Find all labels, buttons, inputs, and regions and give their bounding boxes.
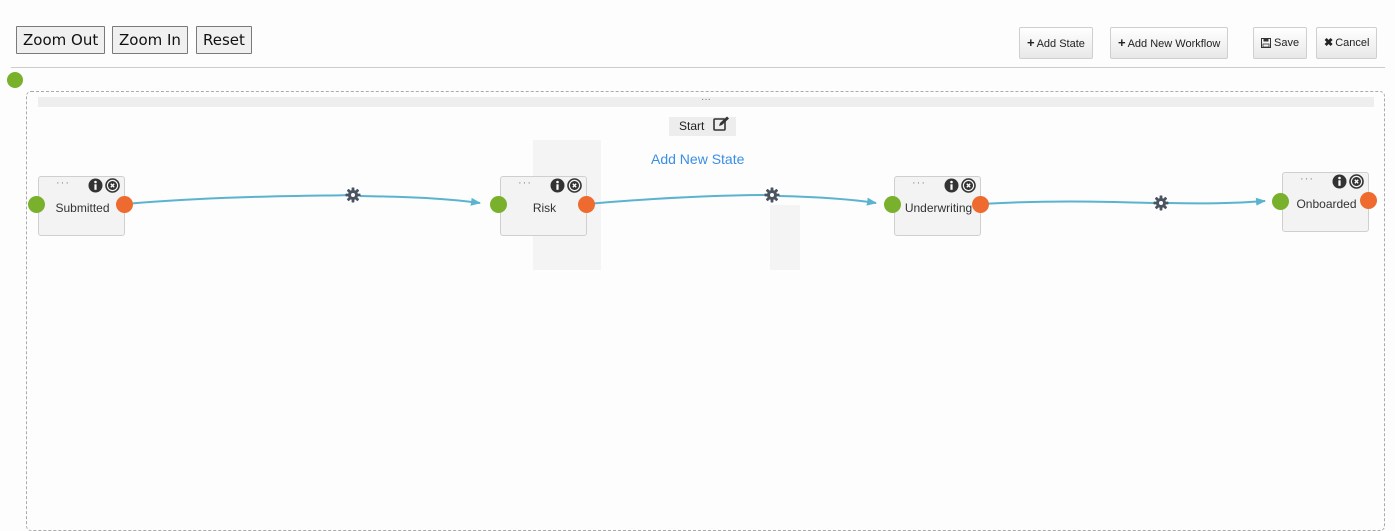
input-port[interactable]: [490, 196, 507, 213]
info-icon[interactable]: [1332, 174, 1347, 189]
remove-icon[interactable]: [961, 178, 976, 193]
gear-icon[interactable]: [764, 187, 780, 203]
input-port[interactable]: [1272, 193, 1289, 210]
node-label: Submitted: [55, 201, 110, 215]
edge-risk-underwriting: [586, 194, 772, 205]
node-label: Onboarded: [1296, 197, 1357, 211]
info-icon[interactable]: [88, 178, 103, 193]
gear-icon[interactable]: [345, 187, 361, 203]
state-node[interactable]: ··· Risk: [500, 176, 587, 236]
node-label: Underwriting: [904, 201, 973, 215]
input-port[interactable]: [884, 196, 901, 213]
edge-underwriting-onboarded-tail: [1167, 197, 1266, 206]
node-label: Risk: [532, 201, 557, 215]
gear-icon[interactable]: [1153, 195, 1169, 211]
input-port[interactable]: [28, 196, 45, 213]
info-icon[interactable]: [944, 178, 959, 193]
node-drag-handle[interactable]: ···: [912, 177, 926, 189]
node-drag-handle[interactable]: ···: [1300, 173, 1314, 185]
node-drag-handle[interactable]: ···: [56, 177, 70, 189]
state-node[interactable]: ··· Submitted: [38, 176, 125, 236]
output-port[interactable]: [1360, 192, 1377, 209]
remove-icon[interactable]: [105, 178, 120, 193]
edge-underwriting-onboarded: [980, 200, 1161, 205]
edge-submitted-risk: [124, 194, 353, 205]
node-drag-handle[interactable]: ···: [518, 177, 532, 189]
output-port[interactable]: [116, 196, 133, 213]
edge-submitted-risk-tail: [359, 195, 481, 206]
info-icon[interactable]: [550, 178, 565, 193]
edges-layer: [124, 194, 1266, 206]
remove-icon[interactable]: [567, 178, 582, 193]
state-node[interactable]: ··· Underwriting: [894, 176, 981, 236]
state-node[interactable]: ··· Onboarded: [1282, 172, 1369, 232]
edge-risk-underwriting-tail: [778, 195, 877, 206]
remove-icon[interactable]: [1349, 174, 1364, 189]
output-port[interactable]: [578, 196, 595, 213]
output-port[interactable]: [972, 196, 989, 213]
